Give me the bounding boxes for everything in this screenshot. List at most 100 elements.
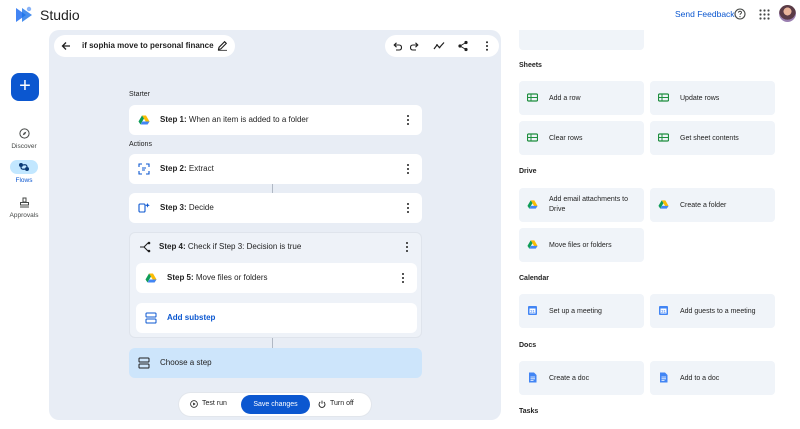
choose-step-card[interactable]: Choose a step [129,348,422,378]
rail-item-flows[interactable]: Flows [0,160,48,184]
step-option-label: Create a folder [680,202,727,209]
step-3-number: Step 3: [160,203,187,212]
google-drive-icon [527,200,538,209]
canvas-toolbar [385,35,499,57]
section-title-docs: Docs [519,342,537,349]
rail-item-discover[interactable]: Discover [0,126,48,150]
starter-label: Starter [129,91,151,98]
step-4-label: Check if Step 3: Decision is true [185,242,302,251]
more-vert-icon[interactable] [403,163,413,175]
google-drive-icon [138,115,150,125]
compass-icon [18,127,30,139]
send-feedback-link[interactable]: Send Feedback [675,9,735,19]
turn-off-button[interactable]: Turn off [330,400,354,407]
top-bar: Studio Send Feedback [0,0,800,30]
rail-label-discover: Discover [11,143,37,150]
step-5-label: Move files or folders [193,273,268,282]
step-1-card[interactable]: Step 1: When an item is added to a folde… [129,105,422,135]
extract-icon [138,163,150,175]
create-button[interactable]: + [11,73,39,101]
help-icon[interactable] [734,8,746,20]
choose-step-label: Choose a step [160,358,212,367]
blank-tile [650,30,775,50]
step-option-label: Get sheet contents [680,135,739,142]
avatar[interactable] [779,5,796,22]
step-option-label: Clear rows [549,135,583,142]
redo-icon[interactable] [409,40,421,52]
step-1-number: Step 1: [160,115,187,124]
step-option-label: Move files or folders [549,242,612,249]
more-vert-icon[interactable] [481,40,493,52]
step-5-number: Step 5: [167,273,194,282]
step-option-add-guests[interactable]: 31 Add guests to a meeting [650,294,775,328]
rail-label-approvals: Approvals [9,212,39,219]
share-icon[interactable] [457,40,469,52]
bottom-action-bar: Test run Save changes Turn off [179,393,371,416]
google-drive-icon [658,200,669,209]
add-substep-label: Add substep [167,313,216,322]
more-vert-icon[interactable] [398,272,408,284]
step-4-condition-block: Step 4: Check if Step 3: Decision is tru… [129,232,422,338]
step-1-label: When an item is added to a folder [186,115,309,124]
back-arrow-icon[interactable] [60,40,72,52]
save-changes-button[interactable]: Save changes [241,395,310,414]
step-option-label: Add a row [549,95,581,102]
undo-icon[interactable] [391,40,403,52]
app-title: Studio [40,7,80,23]
calendar-icon: 31 [528,306,537,315]
section-title-tasks: Tasks [519,408,539,415]
connector-line [272,338,273,348]
step-option-clear-rows[interactable]: Clear rows [519,121,644,155]
approvals-icon [19,197,29,207]
svg-text:31: 31 [530,309,536,314]
step-option-tile-partial[interactable] [519,30,644,50]
step-2-number: Step 2: [160,164,187,173]
connector-line [272,184,273,193]
step-5-card[interactable]: Step 5: Move files or folders [136,263,417,293]
step-option-move-files[interactable]: Move files or folders [519,228,644,262]
more-vert-icon[interactable] [403,202,413,214]
sheets-icon [658,133,669,142]
step-option-add-to-a-doc[interactable]: Add to a doc [650,361,775,395]
add-substep-icon [145,312,157,324]
step-option-add-email-attachments[interactable]: Add email attachments to Drive [519,188,644,222]
flow-name-bar: if sophia move to personal finance [54,35,235,57]
step-2-card[interactable]: Step 2: Extract [129,154,422,184]
step-4-number: Step 4: [159,242,186,251]
flow-name: if sophia move to personal finance [82,41,214,50]
step-option-label: Add email attachments to Drive [549,196,628,213]
rail-label-flows: Flows [15,177,33,184]
flow-canvas: if sophia move to personal finance Start… [49,30,501,420]
apps-grid-icon[interactable] [759,9,770,20]
svg-text:31: 31 [661,309,667,314]
step-option-set-up-meeting[interactable]: 31 Set up a meeting [519,294,644,328]
branch-icon [140,241,151,253]
choose-step-icon [138,357,150,369]
test-run-button[interactable]: Test run [202,400,227,407]
step-option-create-a-folder[interactable]: Create a folder [650,188,775,222]
step-option-label: Add guests to a meeting [680,308,756,315]
more-vert-icon[interactable] [403,114,413,126]
section-title-calendar: Calendar [519,275,549,282]
step-picker-panel: Sheets Add a row Update rows Clear rows … [506,30,790,420]
step-option-label: Update rows [680,95,720,102]
sheets-icon [527,133,538,142]
rail-item-approvals[interactable]: Approvals [0,195,48,219]
step-3-card[interactable]: Step 3: Decide [129,193,422,223]
step-option-add-a-row[interactable]: Add a row [519,81,644,115]
more-vert-icon[interactable] [402,241,412,253]
calendar-icon: 31 [659,306,668,315]
step-option-label: Create a doc [549,375,590,382]
step-option-get-sheet-contents[interactable]: Get sheet contents [650,121,775,155]
step-option-label: Add to a doc [680,375,720,382]
section-title-sheets: Sheets [519,62,542,69]
step-option-update-rows[interactable]: Update rows [650,81,775,115]
sheets-icon [527,93,538,102]
step-option-create-a-doc[interactable]: Create a doc [519,361,644,395]
edit-pencil-icon[interactable] [217,40,228,51]
studio-logo-icon [16,6,32,22]
activity-chart-icon[interactable] [433,40,445,52]
sheets-icon [658,93,669,102]
add-substep-button[interactable]: Add substep [136,303,417,333]
step-option-label: Set up a meeting [549,308,602,315]
